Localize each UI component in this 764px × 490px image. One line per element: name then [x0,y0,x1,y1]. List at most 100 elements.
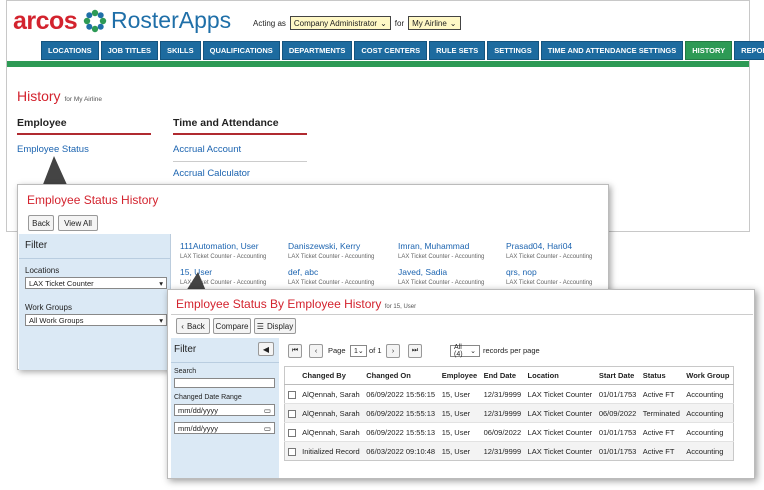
employee-name-link[interactable]: Javed, Sadia [398,267,484,277]
cell-work-group: Accounting [683,422,734,442]
time-attendance-section-heading: Time and Attendance [173,117,307,135]
page-select[interactable]: 1 ⌄ [350,345,367,357]
column-header-status[interactable]: Status [639,366,684,385]
employee-name-link[interactable]: Prasad04, Hari04 [506,241,592,251]
filter-panel: Filter ◀ Search Changed Date Range mm/dd… [171,338,279,478]
work-groups-select-value: All Work Groups [29,315,84,325]
per-page-label: records per page [483,346,540,355]
date-to-value: mm/dd/yyyy [178,423,219,433]
cell-location: LAX Ticket Counter [524,441,596,461]
column-header-changed-by[interactable]: Changed By [299,366,364,385]
nav-tab-rule-sets[interactable]: RULE SETS [429,41,486,60]
calendar-icon: ▭ [263,405,271,415]
panel2-title: Employee Status History [27,193,159,207]
table-row[interactable]: AlQennah, Sarah 06/09/2022 15:56:15 15, Us… [284,384,734,404]
nav-tab-locations[interactable]: LOCATIONS [41,41,99,60]
table-row[interactable]: Initialized Record 06/03/2022 09:10:48 15,… [284,441,734,461]
cell-status: Active FT [639,384,684,404]
acting-as-bar: Acting as Company Administrator ⌄ for My … [253,16,461,30]
company-select[interactable]: My Airline ⌄ [408,16,461,30]
nav-tab-reports[interactable]: REPORTS [734,41,764,60]
last-page-button[interactable]: ⏭ [408,344,422,358]
cell-changed-by: AlQennah, Sarah [299,384,364,404]
changed-date-range-label: Changed Date Range [174,394,242,401]
cell-location: LAX Ticket Counter [524,384,596,404]
row-checkbox[interactable] [288,428,296,437]
first-page-icon: ⏮ [291,347,299,354]
row-select-cell [284,384,300,404]
column-header-end-date[interactable]: End Date [480,366,525,385]
row-checkbox[interactable] [288,409,296,418]
employee-entry: 111Automation, User LAX Ticket Counter - … [180,241,266,260]
table-row[interactable]: AlQennah, Sarah 06/09/2022 15:55:13 15, Us… [284,403,734,423]
column-header-work-group[interactable]: Work Group [683,366,734,385]
employee-status-link[interactable]: Employee Status [17,144,89,155]
date-from-input[interactable]: mm/dd/yyyy ▭ [174,404,275,416]
role-select[interactable]: Company Administrator ⌄ [289,16,391,30]
panel3-title-text: Employee Status By Employee History [176,297,382,311]
nav-tab-history[interactable]: HISTORY [685,41,733,60]
employee-location: LAX Ticket Counter - Accounting [180,254,267,260]
employee-name-link[interactable]: Imran, Muhammad [398,241,484,251]
cell-work-group: Accounting [683,403,734,423]
column-header-employee[interactable]: Employee [438,366,481,385]
prev-page-button[interactable]: ‹ [309,344,323,358]
page-subtitle: for My Airline [64,96,103,103]
locations-select[interactable]: LAX Ticket Counter ▾ [25,277,167,289]
column-header-location[interactable]: Location [524,366,596,385]
cell-changed-by: Initialized Record [299,441,364,461]
chevron-down-icon: ⌄ [380,18,387,28]
employee-location: LAX Ticket Counter - Accounting [288,254,375,260]
accrual-account-link[interactable]: Accrual Account [173,144,241,155]
nav-tab-time-and-attendance-settings[interactable]: TIME AND ATTENDANCE SETTINGS [540,41,684,60]
accrual-calculator-link[interactable]: Accrual Calculator [173,168,250,179]
select-column-header [284,366,300,385]
chevron-right-icon: › [391,347,395,355]
row-checkbox[interactable] [288,447,296,456]
search-input[interactable] [174,378,275,388]
column-header-start-date[interactable]: Start Date [595,366,640,385]
filter-divider [171,362,279,363]
chevron-down-icon: ⌄ [449,18,457,28]
nav-tab-settings[interactable]: SETTINGS [487,41,539,60]
first-page-button[interactable]: ⏮ [288,344,302,358]
column-header-changed-on[interactable]: Changed On [363,366,439,385]
cell-employee: 15, User [438,441,481,461]
cell-status: Active FT [639,441,684,461]
employee-name-link[interactable]: 111Automation, User [180,241,266,251]
nav-tab-qualifications[interactable]: QUALIFICATIONS [202,41,280,60]
table-row[interactable]: AlQennah, Sarah 06/09/2022 15:55:13 15, Us… [284,422,734,442]
arcos-logo: arcos [13,7,78,35]
page-title: History for My Airline [17,88,102,104]
cell-employee: 15, User [438,403,481,423]
view-all-button[interactable]: View All [58,215,98,231]
rosterapps-logo: RosterApps [111,7,232,33]
date-to-input[interactable]: mm/dd/yyyy ▭ [174,422,275,434]
back-button[interactable]: ‹ Back [176,318,210,334]
collapse-filter-button[interactable]: ◀ [258,342,274,356]
back-button[interactable]: Back [28,215,54,231]
display-button[interactable]: ☰ Display [254,318,296,334]
history-table: Changed By Changed On Employee End Date Loca… [284,366,734,461]
next-page-button[interactable]: › [386,344,400,358]
employee-location: LAX Ticket Counter - Accounting [398,254,485,260]
nav-tab-cost-centers[interactable]: COST CENTERS [354,41,428,60]
filter-divider [19,258,170,259]
employee-name-link[interactable]: qrs, nop [506,267,592,277]
cell-changed-on: 06/09/2022 15:56:15 [363,384,439,404]
work-groups-select[interactable]: All Work Groups ▾ [25,314,167,326]
employee-name-link[interactable]: def, abc [288,267,374,277]
employee-name-link[interactable]: Daniszewski, Kerry [288,241,374,251]
acting-as-label: Acting as [253,18,286,28]
per-page-select[interactable]: All (4) ⌄ [450,344,480,358]
cell-changed-by: AlQennah, Sarah [299,403,364,423]
main-nav: LOCATIONS JOB TITLES SKILLS QUALIFICATIONS D… [41,41,764,60]
row-checkbox[interactable] [288,390,296,399]
cell-end-date: 12/31/9999 [480,441,525,461]
cell-changed-on: 06/09/2022 15:55:13 [363,403,439,423]
nav-tab-skills[interactable]: SKILLS [159,41,201,60]
compare-button[interactable]: Compare [213,318,251,334]
cell-start-date: 01/01/1753 [595,441,640,461]
nav-tab-departments[interactable]: DEPARTMENTS [281,41,353,60]
nav-tab-job-titles[interactable]: JOB TITLES [100,41,158,60]
